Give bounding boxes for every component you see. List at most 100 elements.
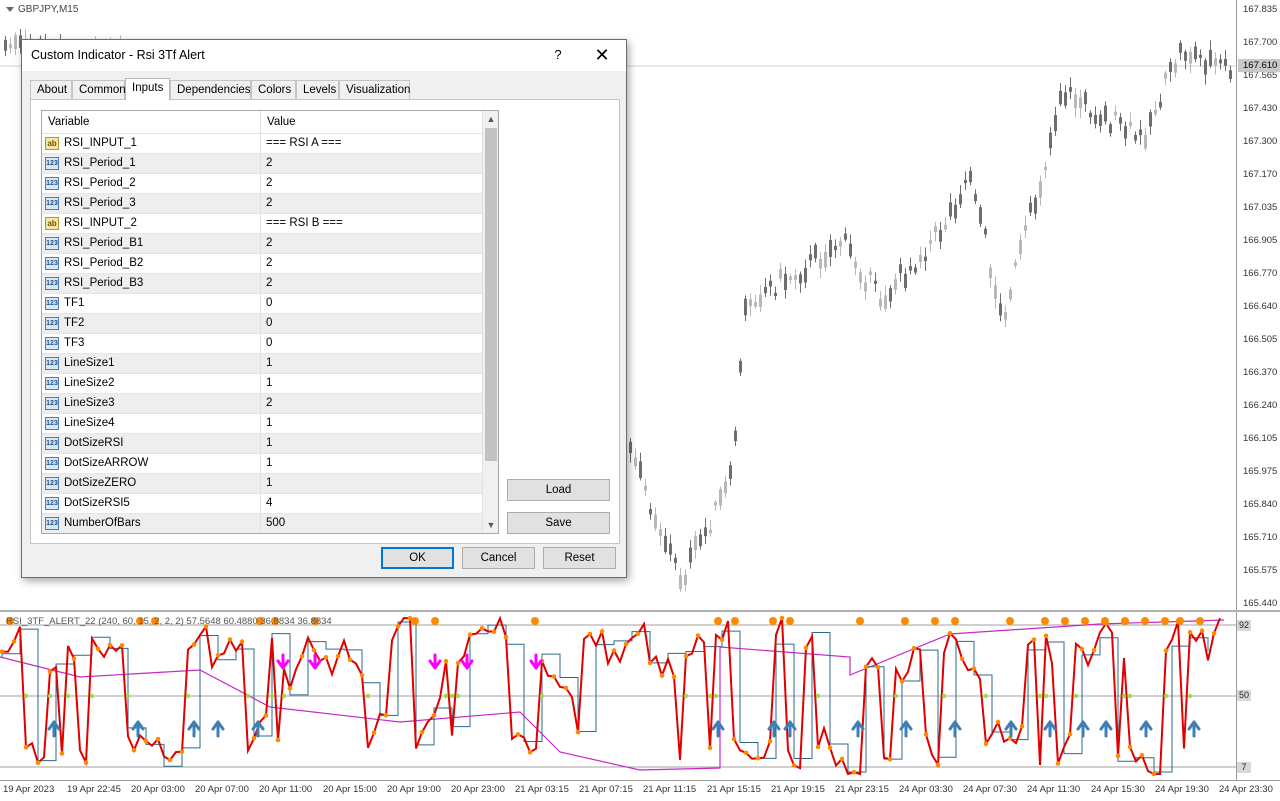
rsi-extreme-dot <box>856 617 864 625</box>
tab-colors[interactable]: Colors <box>251 80 296 99</box>
save-button[interactable]: Save <box>507 512 610 534</box>
variable-cell[interactable]: 123 DotSizeRSI5 <box>42 494 261 513</box>
variable-cell[interactable]: 123 DotSizeZERO <box>42 474 261 493</box>
zero-cross-dot <box>1043 693 1049 699</box>
candle-body <box>1089 112 1092 118</box>
tab-levels[interactable]: Levels <box>296 80 339 99</box>
input-row[interactable]: 123 TF1 0 <box>42 294 482 314</box>
variable-cell[interactable]: 123 NumberOfBars <box>42 514 261 533</box>
value-cell[interactable]: 2 <box>261 174 482 193</box>
variable-cell[interactable]: 123 TF2 <box>42 314 261 333</box>
column-header-variable[interactable]: Variable <box>42 111 261 133</box>
tab-visualization[interactable]: Visualization <box>339 80 410 99</box>
input-row[interactable]: 123 DotSizeRSI5 4 <box>42 494 482 514</box>
input-row[interactable]: ab RSI_INPUT_1 === RSI A === <box>42 134 482 154</box>
variable-cell[interactable]: ab RSI_INPUT_2 <box>42 214 261 233</box>
variable-cell[interactable]: 123 RSI_Period_1 <box>42 154 261 173</box>
variable-cell[interactable]: 123 LineSize2 <box>42 374 261 393</box>
rsi-dot <box>827 745 833 750</box>
variable-cell[interactable]: 123 RSI_Period_B1 <box>42 234 261 253</box>
variable-cell[interactable]: 123 DotSizeRSI <box>42 434 261 453</box>
value-cell[interactable]: 2 <box>261 394 482 413</box>
variable-cell[interactable]: ab RSI_INPUT_1 <box>42 134 261 153</box>
grid-scrollbar[interactable]: ▲ ▼ <box>482 111 498 533</box>
variable-cell[interactable]: 123 RSI_Period_2 <box>42 174 261 193</box>
tab-about[interactable]: About <box>30 80 72 99</box>
input-row[interactable]: 123 RSI_Period_B2 2 <box>42 254 482 274</box>
tab-inputs[interactable]: Inputs <box>125 78 170 100</box>
input-row[interactable]: 123 LineSize1 1 <box>42 354 482 374</box>
zero-cross-dot <box>89 693 95 699</box>
symbol-label[interactable]: GBPJPY,M15 <box>6 4 78 15</box>
value-cell[interactable]: 1 <box>261 454 482 473</box>
variable-cell[interactable]: 123 LineSize1 <box>42 354 261 373</box>
scroll-down-icon[interactable]: ▼ <box>483 517 498 533</box>
variable-name: LineSize3 <box>64 397 115 409</box>
input-row[interactable]: 123 LineSize3 2 <box>42 394 482 414</box>
value-cell[interactable]: 4 <box>261 494 482 513</box>
variable-cell[interactable]: 123 DotSizeARROW <box>42 454 261 473</box>
reset-button[interactable]: Reset <box>543 547 616 569</box>
variable-cell[interactable]: 123 RSI_Period_B2 <box>42 254 261 273</box>
price-axis[interactable]: 167.835 167.700 167.565 167.430 167.300 167.1… <box>1236 0 1280 610</box>
rsi-dot <box>71 656 77 662</box>
value-cell[interactable]: 1 <box>261 474 482 493</box>
input-row[interactable]: 123 DotSizeRSI 1 <box>42 434 482 454</box>
value-cell[interactable]: === RSI B === <box>261 214 482 233</box>
load-button[interactable]: Load <box>507 479 610 501</box>
candle-body <box>699 534 702 547</box>
scroll-thumb[interactable] <box>485 128 497 461</box>
rsi-extreme-dot <box>1121 617 1129 625</box>
input-row[interactable]: 123 RSI_Period_1 2 <box>42 154 482 174</box>
value-cell[interactable]: 0 <box>261 334 482 353</box>
rsi-dot <box>1079 646 1085 652</box>
value-cell[interactable]: 1 <box>261 354 482 373</box>
variable-cell[interactable]: 123 TF1 <box>42 294 261 313</box>
candle-body <box>1094 114 1097 124</box>
input-row[interactable]: 123 TF2 0 <box>42 314 482 334</box>
scroll-up-icon[interactable]: ▲ <box>483 111 498 127</box>
value-cell[interactable]: === RSI A === <box>261 134 482 153</box>
variable-cell[interactable]: 123 RSI_Period_3 <box>42 194 261 213</box>
value-cell[interactable]: 0 <box>261 294 482 313</box>
indicator-pane[interactable] <box>0 612 1236 780</box>
cancel-button[interactable]: Cancel <box>462 547 535 569</box>
input-row[interactable]: 123 RSI_Period_B3 2 <box>42 274 482 294</box>
close-icon[interactable]: ✕ <box>588 45 616 65</box>
value-cell[interactable]: 2 <box>261 234 482 253</box>
input-row[interactable]: 123 TF3 0 <box>42 334 482 354</box>
tab-dependencies[interactable]: Dependencies <box>170 80 251 99</box>
ok-button[interactable]: OK <box>381 547 454 569</box>
input-row[interactable]: 123 RSI_Period_2 2 <box>42 174 482 194</box>
input-row[interactable]: ab RSI_INPUT_2 === RSI B === <box>42 214 482 234</box>
input-row[interactable]: 123 RSI_Period_B1 2 <box>42 234 482 254</box>
dialog-titlebar[interactable]: Custom Indicator - Rsi 3Tf Alert ? ✕ <box>22 40 626 71</box>
rsi-dot <box>1139 753 1145 758</box>
input-row[interactable]: 123 RSI_Period_3 2 <box>42 194 482 214</box>
value-cell[interactable]: 1 <box>261 414 482 433</box>
variable-cell[interactable]: 123 TF3 <box>42 334 261 353</box>
rsi-dot <box>1019 724 1025 729</box>
value-cell[interactable]: 1 <box>261 434 482 453</box>
candle-body <box>1099 114 1102 126</box>
help-button[interactable]: ? <box>547 45 569 65</box>
input-row[interactable]: 123 LineSize4 1 <box>42 414 482 434</box>
input-row[interactable]: 123 DotSizeZERO 1 <box>42 474 482 494</box>
variable-cell[interactable]: 123 LineSize4 <box>42 414 261 433</box>
variable-cell[interactable]: 123 LineSize3 <box>42 394 261 413</box>
tab-common[interactable]: Common <box>72 80 126 99</box>
value-cell[interactable]: 1 <box>261 374 482 393</box>
column-header-value[interactable]: Value <box>261 111 482 133</box>
value-cell[interactable]: 2 <box>261 274 482 293</box>
value-cell[interactable]: 500 <box>261 514 482 533</box>
input-row[interactable]: 123 NumberOfBars 500 <box>42 514 482 533</box>
input-row[interactable]: 123 LineSize2 1 <box>42 374 482 394</box>
value-cell[interactable]: 0 <box>261 314 482 333</box>
input-row[interactable]: 123 DotSizeARROW 1 <box>42 454 482 474</box>
variable-cell[interactable]: 123 RSI_Period_B3 <box>42 274 261 293</box>
candle-body <box>819 258 822 269</box>
sell-arrow-icon <box>428 653 442 670</box>
value-cell[interactable]: 2 <box>261 154 482 173</box>
value-cell[interactable]: 2 <box>261 254 482 273</box>
value-cell[interactable]: 2 <box>261 194 482 213</box>
